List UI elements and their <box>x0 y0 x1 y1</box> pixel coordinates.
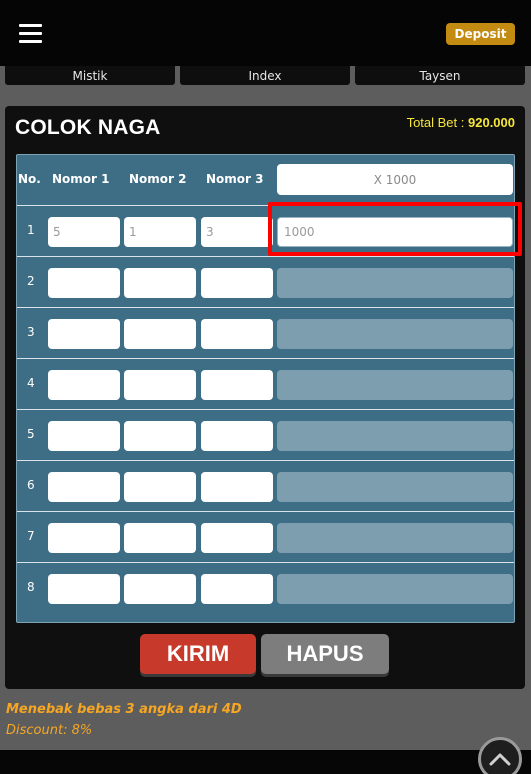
chevron-up-icon <box>489 753 511 766</box>
hamburger-icon[interactable] <box>19 24 42 44</box>
table-row: 4 <box>17 359 514 410</box>
bet-table: No. Nomor 1 Nomor 2 Nomor 3 X 1000 1 5 1… <box>16 154 515 623</box>
nomor-3-input[interactable] <box>201 472 273 502</box>
row-number: 4 <box>27 376 35 390</box>
row-number: 2 <box>27 274 35 288</box>
sub-navigation: Mistik Index Taysen <box>0 66 531 86</box>
nomor-1-input[interactable] <box>48 370 120 400</box>
nomor-2-input[interactable] <box>124 319 196 349</box>
row-number: 1 <box>27 223 35 237</box>
row-number: 7 <box>27 529 35 543</box>
multiplier-input[interactable]: X 1000 <box>277 164 513 195</box>
row-number: 5 <box>27 427 35 441</box>
nomor-3-input[interactable] <box>201 421 273 451</box>
bottom-bar <box>0 750 531 774</box>
nomor-1-input[interactable] <box>48 421 120 451</box>
deposit-button[interactable]: Deposit <box>446 23 515 45</box>
total-bet: Total Bet : 920.000 <box>407 115 515 130</box>
nomor-3-input[interactable]: 3 <box>201 217 273 247</box>
nomor-2-input[interactable] <box>124 421 196 451</box>
tab-mistik[interactable]: Mistik <box>5 66 175 85</box>
tab-taysen[interactable]: Taysen <box>355 66 525 85</box>
top-bar: Deposit <box>0 0 531 66</box>
table-row: 7 <box>17 512 514 563</box>
header-nomor-1: Nomor 1 <box>52 172 110 186</box>
nomor-1-input[interactable] <box>48 574 120 604</box>
nomor-1-input[interactable] <box>48 268 120 298</box>
page-title: COLOK NAGA <box>15 116 161 139</box>
table-row: 1 5 1 3 1000 <box>17 206 514 257</box>
nomor-3-input[interactable] <box>201 370 273 400</box>
table-row: 8 <box>17 563 514 614</box>
nomor-3-input[interactable] <box>201 523 273 553</box>
nomor-2-input[interactable] <box>124 268 196 298</box>
table-row: 3 <box>17 308 514 359</box>
header-nomor-2: Nomor 2 <box>129 172 187 186</box>
bet-amount-input[interactable]: 1000 <box>277 217 513 247</box>
game-description: Menebak bebas 3 angka dari 4D <box>6 702 242 717</box>
nomor-3-input[interactable] <box>201 268 273 298</box>
table-row: 2 <box>17 257 514 308</box>
bet-amount-input[interactable] <box>277 472 513 502</box>
table-row: 5 <box>17 410 514 461</box>
table-row: 6 <box>17 461 514 512</box>
bet-amount-input[interactable] <box>277 574 513 604</box>
header-nomor-3: Nomor 3 <box>206 172 264 186</box>
nomor-1-input[interactable] <box>48 319 120 349</box>
scroll-top-button[interactable] <box>478 737 522 774</box>
nomor-3-input[interactable] <box>201 574 273 604</box>
bet-amount-input[interactable] <box>277 319 513 349</box>
row-number: 6 <box>27 478 35 492</box>
bet-panel: COLOK NAGA Total Bet : 920.000 No. Nomor… <box>5 106 525 689</box>
tab-index[interactable]: Index <box>180 66 350 85</box>
submit-button[interactable]: KIRIM <box>140 634 256 674</box>
bet-amount-input[interactable] <box>277 523 513 553</box>
row-number: 3 <box>27 325 35 339</box>
nomor-2-input[interactable] <box>124 472 196 502</box>
nomor-2-input[interactable]: 1 <box>124 217 196 247</box>
total-bet-value: 920.000 <box>468 115 515 130</box>
nomor-3-input[interactable] <box>201 319 273 349</box>
nomor-1-input[interactable] <box>48 523 120 553</box>
discount-text: Discount: 8% <box>6 723 93 738</box>
total-bet-label: Total Bet : <box>406 115 465 130</box>
nomor-2-input[interactable] <box>124 523 196 553</box>
nomor-1-input[interactable] <box>48 472 120 502</box>
table-header: No. Nomor 1 Nomor 2 Nomor 3 X 1000 <box>17 155 514 206</box>
nomor-2-input[interactable] <box>124 574 196 604</box>
clear-button[interactable]: HAPUS <box>261 634 389 674</box>
bet-amount-input[interactable] <box>277 268 513 298</box>
bet-amount-input[interactable] <box>277 421 513 451</box>
header-no: No. <box>18 172 41 186</box>
bet-amount-input[interactable] <box>277 370 513 400</box>
nomor-2-input[interactable] <box>124 370 196 400</box>
row-number: 8 <box>27 580 35 594</box>
nomor-1-input[interactable]: 5 <box>48 217 120 247</box>
